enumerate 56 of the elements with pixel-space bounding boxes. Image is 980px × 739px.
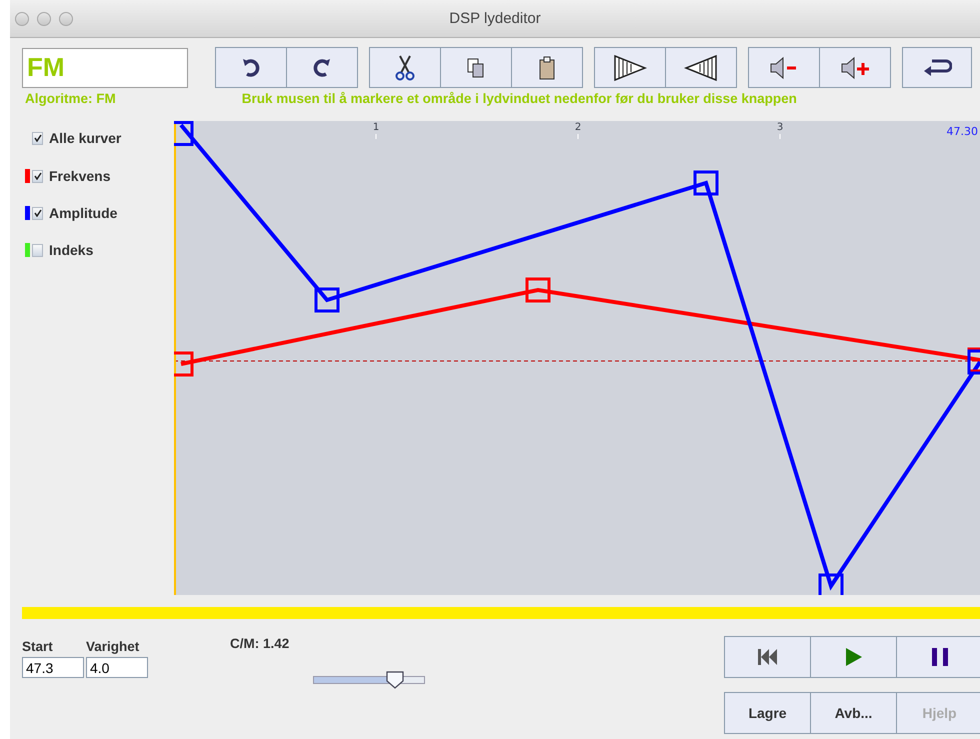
cut-button[interactable] <box>369 47 441 88</box>
check-icon <box>34 172 42 180</box>
redo-button[interactable] <box>286 47 358 88</box>
hint-text: Bruk musen til å markere et område i lydvinduet nedenfor før du bruker disse knappen <box>242 91 797 106</box>
curve-checkbox[interactable]: Amplitude <box>25 203 118 223</box>
redo-icon <box>311 56 333 78</box>
speaker-plus-icon <box>840 56 870 80</box>
control-point[interactable] <box>314 288 340 312</box>
position-label: 47.30 <box>946 125 978 138</box>
fade-out-icon <box>684 54 718 80</box>
undo-icon <box>240 56 262 78</box>
fade-in-icon <box>613 54 647 80</box>
tick-label: 3 <box>776 122 784 133</box>
fade-out-button[interactable] <box>665 47 737 88</box>
fade-in-button[interactable] <box>594 47 666 88</box>
control-point[interactable] <box>694 170 718 196</box>
skip-back-icon <box>756 648 778 666</box>
dialog-button[interactable]: Lagre <box>724 692 811 734</box>
control-point[interactable] <box>818 574 844 595</box>
pause-button[interactable] <box>896 636 980 678</box>
slider-thumb[interactable] <box>384 671 405 689</box>
check-icon <box>34 209 42 217</box>
play-button[interactable] <box>810 636 897 678</box>
curve-checkbox[interactable]: Frekvens <box>25 166 110 186</box>
volume-down-button[interactable] <box>748 47 820 88</box>
algorithm-label: Algoritme: FM <box>25 91 116 106</box>
envelope-canvas[interactable]: 1 2 3 47.30 <box>174 121 980 595</box>
play-icon <box>844 647 862 667</box>
scissors-icon <box>394 54 416 80</box>
curve-checkbox[interactable]: Indeks <box>25 240 94 260</box>
speaker-minus-icon <box>769 56 799 80</box>
tick-label: 1 <box>372 122 380 133</box>
copy-icon <box>466 56 486 78</box>
return-arrow-icon <box>922 58 952 78</box>
return-button[interactable] <box>902 47 972 88</box>
control-point[interactable] <box>526 278 550 302</box>
undo-button[interactable] <box>215 47 287 88</box>
start-field[interactable]: 47.3 <box>22 657 84 678</box>
clipboard-icon <box>538 56 556 80</box>
window-title: DSP lydeditor <box>449 10 541 27</box>
ratio-slider[interactable] <box>313 671 425 689</box>
dialog-button[interactable]: Avb... <box>810 692 897 734</box>
volume-up-button[interactable] <box>819 47 891 88</box>
control-point[interactable] <box>174 121 194 146</box>
rewind-button[interactable] <box>724 636 811 678</box>
duration-label: Varighet <box>86 639 140 654</box>
start-label: Start <box>22 639 54 654</box>
duration-field[interactable]: 4.0 <box>86 657 148 678</box>
copy-button[interactable] <box>440 47 512 88</box>
tick-label: 2 <box>574 122 582 133</box>
ratio-label: C/M: 1.42 <box>230 636 290 651</box>
pause-icon <box>930 647 948 667</box>
check-icon <box>34 134 42 142</box>
curve-checkbox[interactable]: Alle kurver <box>25 128 122 148</box>
paste-button[interactable] <box>511 47 583 88</box>
control-point[interactable] <box>174 352 194 376</box>
